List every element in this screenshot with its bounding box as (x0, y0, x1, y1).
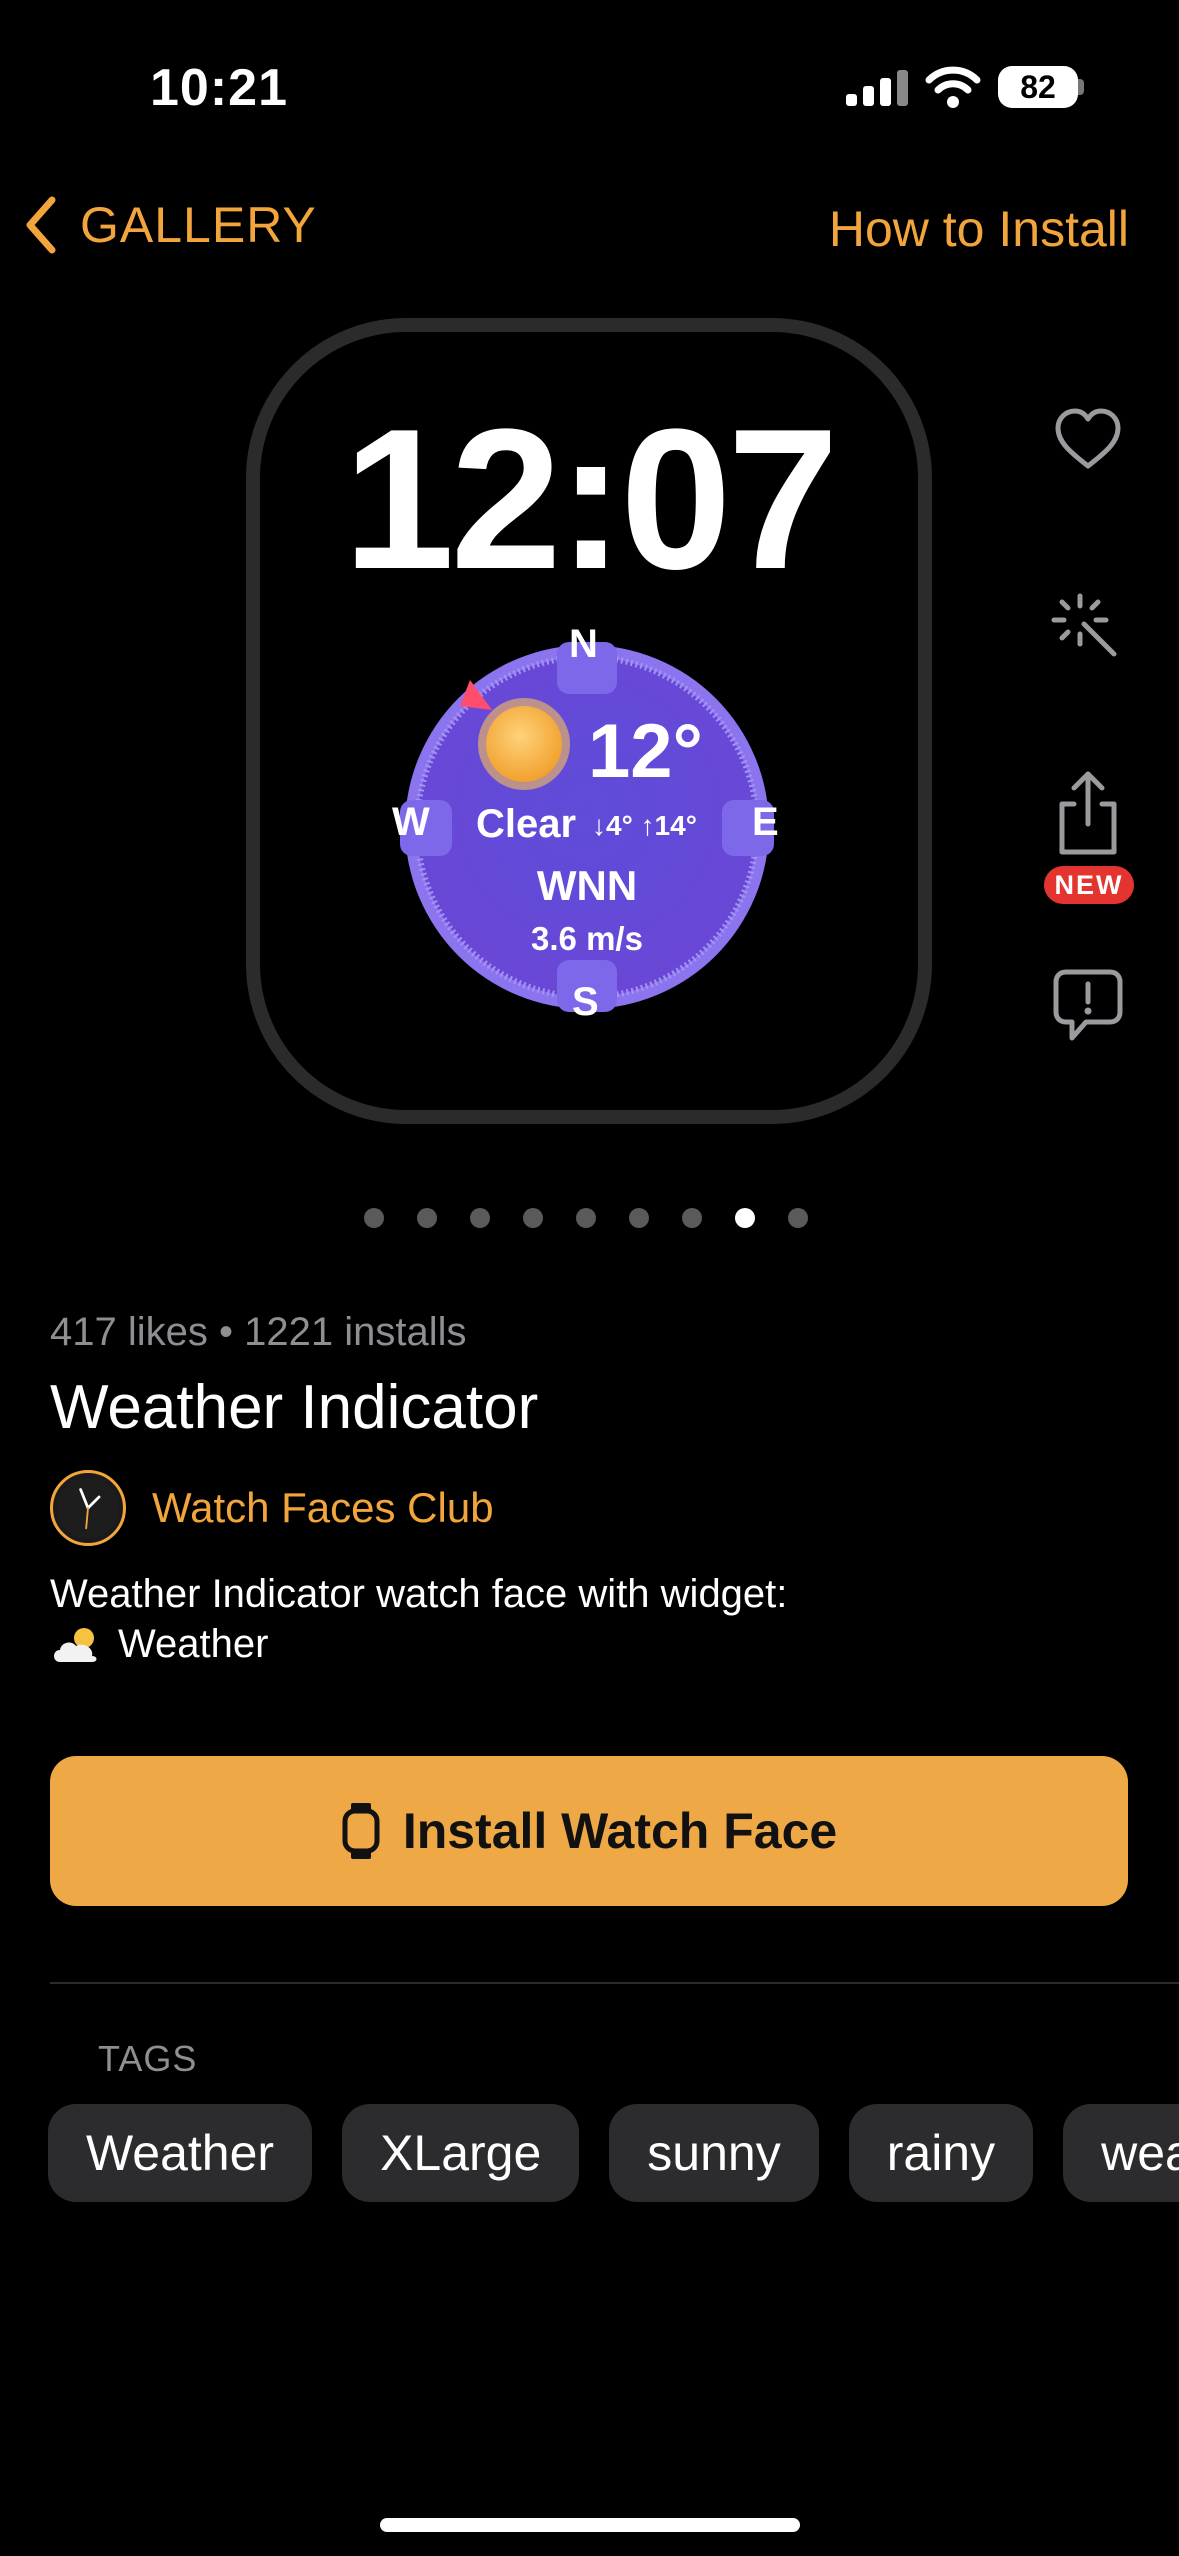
page-dot[interactable] (470, 1208, 490, 1228)
battery-indicator: 82 (998, 66, 1078, 108)
weather-condition: Clear (476, 802, 577, 846)
page-dot[interactable] (788, 1208, 808, 1228)
how-to-install-link[interactable]: How to Install (829, 200, 1129, 258)
cellular-signal-icon (846, 70, 910, 106)
back-label: GALLERY (80, 197, 317, 253)
sun-icon (478, 698, 570, 790)
description-line-2: Weather (50, 1622, 268, 1667)
page-dot[interactable] (523, 1208, 543, 1228)
description-line-1: Weather Indicator watch face with widget… (50, 1572, 788, 1616)
weather-range: ↓4° ↑14° (592, 810, 697, 841)
tag-chip[interactable]: wea (1063, 2104, 1179, 2202)
wind-direction: WNN (536, 862, 638, 909)
cloud-sun-icon (54, 1627, 97, 1662)
magic-wand-icon[interactable] (1050, 590, 1126, 666)
compass-west: W (392, 800, 430, 844)
home-indicator[interactable] (380, 2518, 800, 2532)
weather-temperature: 12° (588, 709, 703, 794)
compass-north: N (569, 622, 598, 666)
new-badge: NEW (1044, 866, 1134, 904)
page-dot[interactable] (629, 1208, 649, 1228)
share-icon[interactable] (1050, 768, 1126, 858)
tag-chip[interactable]: Weather (48, 2104, 313, 2202)
compass-east: E (752, 800, 779, 844)
page-indicator[interactable] (364, 1208, 808, 1228)
tags-list[interactable]: Weather XLarge sunny rainy wea (48, 2104, 1179, 2202)
install-watch-face-button[interactable]: Install Watch Face (50, 1756, 1128, 1906)
wind-speed: 3.6 m/s (531, 920, 643, 957)
wifi-icon (925, 66, 981, 108)
report-icon[interactable] (1050, 966, 1126, 1046)
watch-icon (342, 1803, 380, 1859)
page-dot[interactable] (682, 1208, 702, 1228)
watch-time: 12:07 (343, 388, 839, 611)
divider (50, 1982, 1179, 1984)
heart-icon[interactable] (1050, 402, 1126, 478)
tag-chip[interactable]: XLarge (342, 2104, 580, 2202)
back-button[interactable]: GALLERY (24, 196, 317, 254)
author-avatar (50, 1470, 126, 1546)
tag-chip[interactable]: sunny (609, 2104, 819, 2202)
tag-chip[interactable]: rainy (848, 2104, 1034, 2202)
description-widget-name: Weather (118, 1622, 269, 1666)
chevron-left-icon (26, 196, 56, 254)
page-dot[interactable] (735, 1208, 755, 1228)
page-dot[interactable] (417, 1208, 437, 1228)
page-dot[interactable] (364, 1208, 384, 1228)
battery-tip (1078, 79, 1084, 95)
tags-heading: TAGS (98, 2038, 198, 2079)
status-time: 10:21 (150, 59, 288, 117)
compass-south: S (572, 980, 599, 1024)
page-dot[interactable] (576, 1208, 596, 1228)
stats-text: 417 likes • 1221 installs (50, 1310, 467, 1354)
author-name: Watch Faces Club (152, 1484, 494, 1531)
install-label: Install Watch Face (402, 1803, 838, 1859)
face-title: Weather Indicator (50, 1373, 539, 1442)
author-link[interactable]: Watch Faces Club (50, 1470, 494, 1546)
